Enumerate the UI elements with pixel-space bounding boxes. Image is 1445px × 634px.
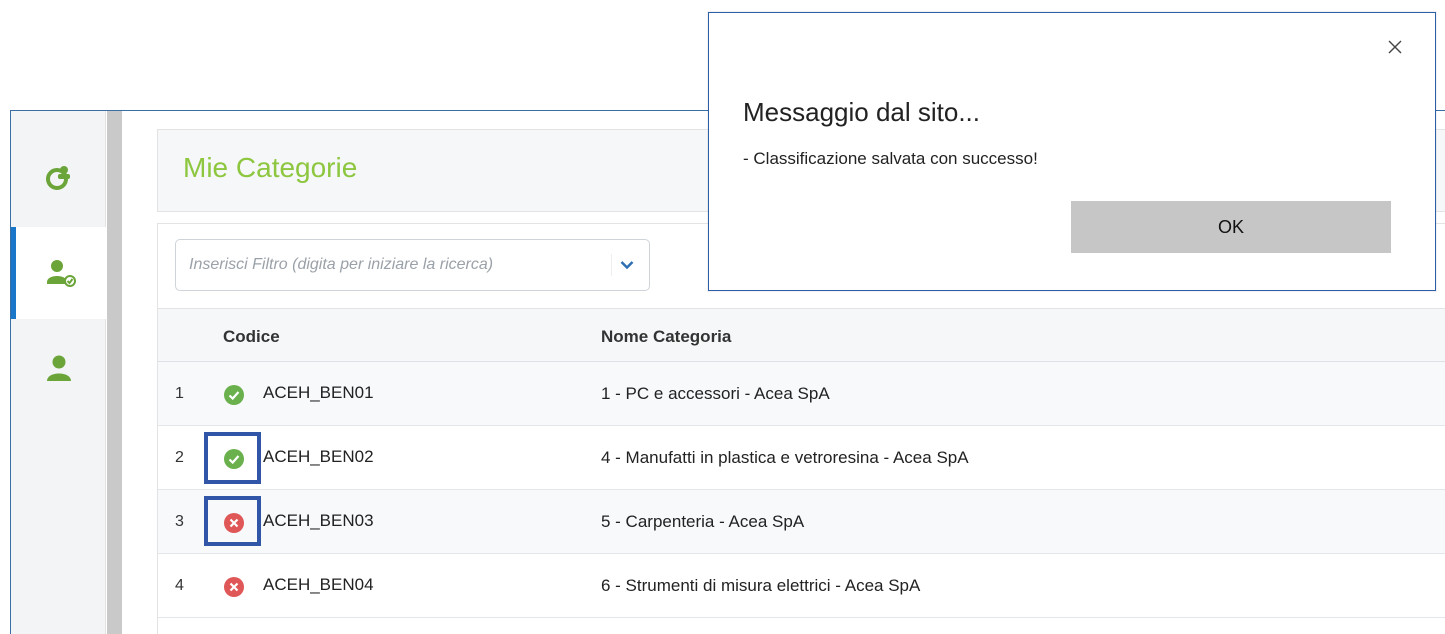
column-header-name[interactable]: Nome Categoria — [601, 327, 731, 347]
alert-dialog: Messaggio dal sito... - Classificazione … — [708, 12, 1436, 291]
row-code: ACEH_BEN04 — [263, 575, 374, 594]
sidebar-item-my-categories[interactable] — [11, 227, 106, 319]
column-header-code[interactable]: Codice — [223, 327, 280, 347]
row-number: 3 — [175, 513, 184, 530]
filter-dropdown-toggle[interactable] — [611, 254, 641, 276]
row-category-name: 1 - PC e accessori - Acea SpA — [601, 384, 830, 403]
table-row[interactable]: 2 ACEH_BEN02 4 - Manufatti in plastica e… — [158, 426, 1445, 490]
close-icon — [1388, 40, 1402, 54]
row-category-name: 6 - Strumenti di misura elettrici - Acea… — [601, 576, 921, 595]
row-number: 4 — [175, 577, 184, 594]
sidebar-item-team[interactable] — [11, 131, 106, 223]
screen: Mie Categorie Codice Nome Categoria — [0, 0, 1445, 634]
dialog-ok-button[interactable]: OK — [1071, 201, 1391, 253]
user-check-icon — [47, 260, 76, 287]
annotation-highlight-row2 — [204, 432, 261, 484]
row-code: ACEH_BEN01 — [263, 383, 374, 402]
row-number: 2 — [175, 449, 184, 466]
row-number: 1 — [175, 385, 184, 402]
row-code: ACEH_BEN02 — [263, 447, 374, 466]
chevron-down-icon — [620, 261, 633, 270]
row-code: ACEH_BEN03 — [263, 511, 374, 530]
filter-input[interactable] — [177, 241, 597, 289]
row-category-name: 5 - Carpenteria - Acea SpA — [601, 512, 805, 531]
row-category-name: 4 - Manufatti in plastica e vetroresina … — [601, 448, 969, 467]
user-icon — [46, 355, 71, 381]
table-row[interactable]: 3 ACEH_BEN03 5 - Carpenteria - Acea SpA — [158, 490, 1445, 554]
status-error-icon — [224, 577, 244, 597]
sidebar-divider — [107, 111, 122, 634]
filter-box — [175, 239, 650, 291]
table-row[interactable]: 1 ACEH_BEN01 1 - PC e accessori - Acea S… — [158, 362, 1445, 426]
categories-table: Codice Nome Categoria 1 ACEH_BEN01 1 - P… — [158, 308, 1445, 618]
sidebar — [11, 111, 106, 634]
table-row[interactable]: 4 ACEH_BEN04 6 - Strumenti di misura ele… — [158, 554, 1445, 618]
table-header: Codice Nome Categoria — [158, 308, 1445, 362]
dialog-close-button[interactable] — [1383, 35, 1407, 59]
team-globe-icon — [45, 166, 70, 190]
page-title: Mie Categorie — [183, 152, 358, 183]
dialog-title: Messaggio dal sito... — [743, 97, 981, 127]
dialog-message: - Classificazione salvata con successo! — [743, 149, 1038, 168]
sidebar-item-profile[interactable] — [11, 323, 106, 415]
annotation-highlight-row3 — [204, 496, 261, 546]
status-ok-icon — [224, 385, 244, 405]
